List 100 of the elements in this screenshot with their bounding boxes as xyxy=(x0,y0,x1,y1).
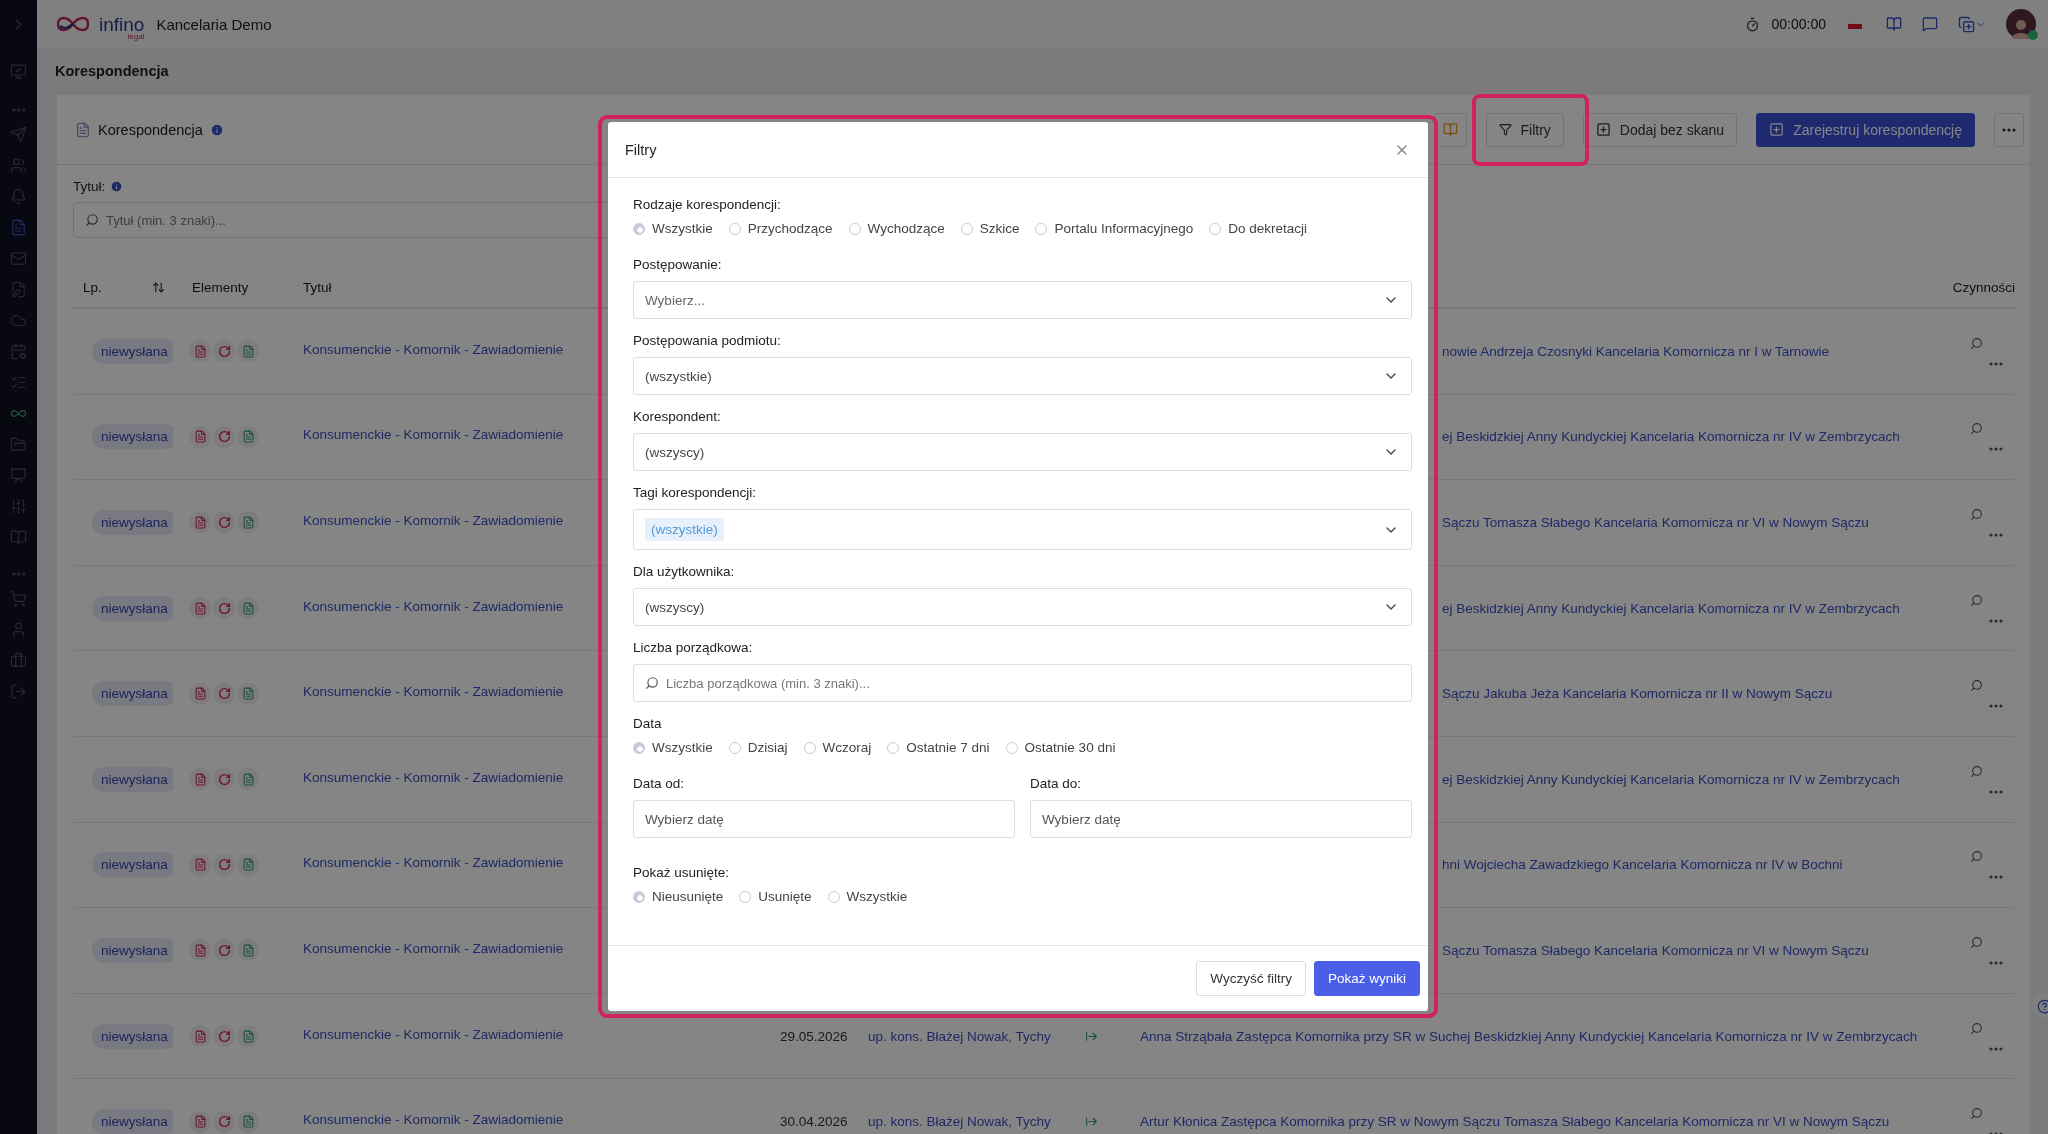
word-file-icon[interactable] xyxy=(237,1110,259,1133)
search-icon[interactable] xyxy=(1970,935,1983,949)
radio-option[interactable]: Wszystkie xyxy=(633,740,713,755)
add-window-icon[interactable] xyxy=(1958,15,1986,33)
addressee-link[interactable]: hni Wojciecha Zawadzkiego Kancelaria Komornicza nr IV w Bochni xyxy=(1442,857,1843,873)
title-link[interactable]: Konsumenckie - Komornik - Zawiadomienie xyxy=(303,427,564,443)
info-icon[interactable] xyxy=(209,122,224,137)
date-field[interactable]: Wybierz datę xyxy=(1030,800,1412,838)
addressee-link[interactable]: nowie Andrzeja Czosnyki Kancelaria Komornicza nr I w Tarnowie xyxy=(1442,343,1829,359)
checklist-icon[interactable] xyxy=(10,374,27,391)
addressee-link[interactable]: Sączu Tomasza Słabego Kancelaria Komornicza nr VI w Nowym Sączu xyxy=(1442,515,1869,530)
radio-button[interactable] xyxy=(827,890,840,903)
title-link[interactable]: Konsumenckie - Komornik - Zawiadomienie xyxy=(303,684,564,700)
refresh-icon[interactable] xyxy=(213,682,235,705)
register-button[interactable]: Zarejestruj korespondencję xyxy=(1756,112,1975,147)
radio-button[interactable] xyxy=(633,741,645,754)
more-icon[interactable] xyxy=(1989,618,2003,623)
radio-button[interactable] xyxy=(1209,222,1222,235)
more-icon[interactable] xyxy=(1989,789,2003,794)
radio-button[interactable] xyxy=(1005,741,1018,754)
date-field[interactable]: Wybierz datę xyxy=(633,800,1015,838)
clear-filters-button[interactable]: Wyczyść filtry xyxy=(1196,961,1306,996)
refresh-icon[interactable] xyxy=(213,340,235,363)
toolbar-button[interactable]: Dodaj bez skanu xyxy=(1582,112,1738,147)
pdf-file-icon[interactable] xyxy=(189,682,211,705)
radio-button[interactable] xyxy=(728,741,741,754)
pdf-file-icon[interactable] xyxy=(189,1025,211,1048)
addressee-link[interactable]: ej Beskidzkiej Anny Kundyckiej Kancelaria Komornicza nr IV w Zembrzycach xyxy=(1442,429,1900,445)
radio-button[interactable] xyxy=(633,890,645,903)
sliders-icon[interactable] xyxy=(10,498,27,515)
correspondent-link[interactable]: up. kons. Błażej Nowak, Tychy xyxy=(868,1028,1051,1044)
radio-option[interactable]: Nieusunięte xyxy=(633,889,724,904)
radio-option[interactable]: Wszystkie xyxy=(633,221,713,236)
word-file-icon[interactable] xyxy=(237,425,259,448)
search-icon[interactable] xyxy=(1970,336,1983,350)
radio-button[interactable] xyxy=(960,222,973,235)
toolbar-button[interactable]: Filtry xyxy=(1485,112,1564,147)
radio-option[interactable]: Ostatnie 30 dni xyxy=(1005,740,1116,755)
radio-button[interactable] xyxy=(728,222,741,235)
title-link[interactable]: Konsumenckie - Komornik - Zawiadomienie xyxy=(303,1026,564,1042)
title-link[interactable]: Konsumenckie - Komornik - Zawiadomienie xyxy=(303,940,564,956)
info-icon[interactable] xyxy=(110,180,124,193)
avatar[interactable] xyxy=(2006,9,2036,39)
more-icon[interactable] xyxy=(1989,875,2003,880)
title-link[interactable]: Konsumenckie - Komornik - Zawiadomienie xyxy=(303,1112,564,1128)
radio-option[interactable]: Wszystkie xyxy=(827,889,908,904)
addressee-link[interactable]: Sączu Tomasza Słabego Kancelaria Komornicza nr VI w Nowym Sączu xyxy=(1442,942,1869,958)
radio-option[interactable]: Szkice xyxy=(960,221,1020,236)
book-button[interactable] xyxy=(1433,112,1467,147)
title-link[interactable]: Konsumenckie - Komornik - Zawiadomienie xyxy=(303,598,564,614)
radio-button[interactable] xyxy=(739,890,752,903)
radio-button[interactable] xyxy=(1035,222,1048,235)
select-field[interactable]: (wszystkie) xyxy=(633,509,1412,550)
sort-icon[interactable] xyxy=(152,281,165,294)
radio-button[interactable] xyxy=(633,222,645,235)
search-icon[interactable] xyxy=(1970,593,1983,607)
correspondent-link[interactable]: up. kons. Błażej Nowak, Tychy xyxy=(868,1114,1051,1130)
word-file-icon[interactable] xyxy=(237,597,259,620)
word-file-icon[interactable] xyxy=(237,939,259,962)
addressee-link[interactable]: Anna Strząbała Zastępca Komornika przy SR w Suchej Beskidzkiej Anny Kundyckiej Kancelaria Komornicza nr IV w Zembrzycach xyxy=(1140,1028,1918,1044)
pdf-file-icon[interactable] xyxy=(189,425,211,448)
search-icon[interactable] xyxy=(1970,679,1983,693)
addressee-link[interactable]: ej Beskidzkiej Anny Kundyckiej Kancelaria Komornicza nr IV w Zembrzycach xyxy=(1442,771,1900,787)
word-file-icon[interactable] xyxy=(237,768,259,791)
chat-icon[interactable] xyxy=(1922,16,1938,32)
more-icon[interactable] xyxy=(1989,361,2003,366)
select-field[interactable]: Wybierz... xyxy=(633,281,1412,319)
search-icon[interactable] xyxy=(1970,508,1983,521)
search-icon[interactable] xyxy=(1970,1107,1983,1121)
more-icon[interactable] xyxy=(1989,447,2003,452)
refresh-icon[interactable] xyxy=(213,853,235,876)
select-field[interactable]: (wszyscy) xyxy=(633,588,1412,626)
radio-option[interactable]: Wczoraj xyxy=(803,740,872,755)
radio-option[interactable]: Do dekretacji xyxy=(1209,221,1308,236)
more-icon[interactable] xyxy=(1989,533,2003,537)
word-file-icon[interactable] xyxy=(237,853,259,876)
refresh-icon[interactable] xyxy=(213,511,235,534)
radio-button[interactable] xyxy=(848,222,861,235)
pdf-file-icon[interactable] xyxy=(189,1110,211,1133)
word-file-icon[interactable] xyxy=(237,511,259,534)
pdf-file-icon[interactable] xyxy=(189,597,211,620)
book-icon[interactable] xyxy=(1886,16,1902,32)
title-link[interactable]: Konsumenckie - Komornik - Zawiadomienie xyxy=(303,341,564,357)
more-icon[interactable] xyxy=(1989,1046,2003,1051)
search-icon[interactable] xyxy=(1970,850,1983,864)
radio-option[interactable]: Ostatnie 7 dni xyxy=(887,740,990,755)
radio-option[interactable]: Wychodzące xyxy=(848,221,945,236)
search-icon[interactable] xyxy=(1970,1021,1983,1035)
more-icon[interactable] xyxy=(1989,704,2003,709)
pdf-file-icon[interactable] xyxy=(189,768,211,791)
radio-button[interactable] xyxy=(887,741,900,754)
title-link[interactable]: Konsumenckie - Komornik - Zawiadomienie xyxy=(303,855,564,871)
show-results-button[interactable]: Pokaż wyniki xyxy=(1313,961,1420,996)
word-file-icon[interactable] xyxy=(237,1025,259,1048)
search-field[interactable]: Liczba porządkowa (min. 3 znaki)... xyxy=(633,664,1412,702)
pdf-file-icon[interactable] xyxy=(189,511,211,534)
refresh-icon[interactable] xyxy=(213,1025,235,1048)
search-icon[interactable] xyxy=(1970,422,1983,436)
refresh-icon[interactable] xyxy=(213,425,235,448)
addressee-link[interactable]: ej Beskidzkiej Anny Kundyckiej Kancelaria Komornicza nr IV w Zembrzycach xyxy=(1442,600,1900,616)
